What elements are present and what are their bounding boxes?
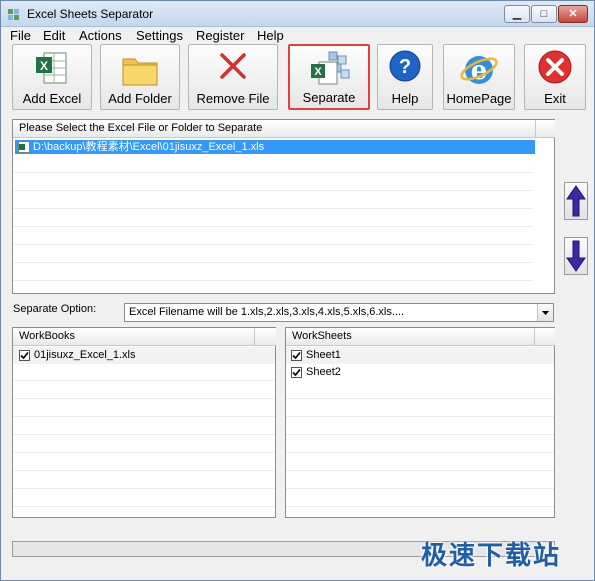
remove-x-icon <box>220 53 246 79</box>
worksheets-header: WorkSheets <box>286 328 534 346</box>
menu-edit[interactable]: Edit <box>43 28 65 43</box>
help-button[interactable]: ? Help <box>377 44 433 110</box>
separate-icon: X <box>311 51 350 85</box>
worksheets-header-end <box>534 328 555 346</box>
row-divider <box>286 470 554 471</box>
add-folder-label: Add Folder <box>108 91 172 106</box>
row-divider <box>13 380 275 381</box>
row-divider <box>13 190 533 191</box>
row-divider <box>13 280 533 281</box>
menu-register[interactable]: Register <box>196 28 244 43</box>
homepage-label: HomePage <box>446 91 512 106</box>
separate-option-label: Separate Option: <box>13 303 97 315</box>
separate-option-select[interactable]: Excel Filename will be 1.xls,2.xls,3.xls… <box>124 303 554 322</box>
help-label: Help <box>391 91 419 106</box>
close-icon: ✕ <box>568 8 578 20</box>
check-icon <box>292 351 301 360</box>
arrow-up-icon <box>566 185 586 217</box>
watermark-text: 极速下载站 <box>421 540 562 570</box>
svg-text:X: X <box>314 66 322 78</box>
separate-label: Separate <box>302 90 356 105</box>
svg-text:X: X <box>40 59 48 73</box>
file-list-item[interactable]: D:\backup\教程素材\Excel\01jisuxz_Excel_1.xl… <box>15 140 535 154</box>
row-divider <box>13 416 275 417</box>
list-item[interactable]: 01jisuxz_Excel_1.xls <box>13 347 275 364</box>
workbooks-header: WorkBooks <box>13 328 254 346</box>
app-icon <box>8 9 19 20</box>
maximize-icon: □ <box>540 8 548 20</box>
homepage-button[interactable]: e HomePage <box>443 44 515 110</box>
workbooks-header-end <box>254 328 276 346</box>
close-button[interactable]: ✕ <box>558 5 588 23</box>
worksheet-checkbox[interactable] <box>291 350 302 361</box>
exit-icon <box>538 50 572 84</box>
remove-file-button[interactable]: Remove File <box>188 44 278 110</box>
move-up-button[interactable] <box>564 182 588 220</box>
folder-icon <box>122 58 158 86</box>
menu-settings[interactable]: Settings <box>136 28 183 43</box>
row-divider <box>286 416 554 417</box>
remove-file-label: Remove File <box>196 91 270 106</box>
arrow-down-icon <box>566 240 586 272</box>
workbook-name: 01jisuxz_Excel_1.xls <box>34 349 136 361</box>
svg-text:?: ? <box>399 56 411 78</box>
minimize-button[interactable]: ▁ <box>504 5 530 23</box>
file-list-header: Please Select the Excel File or Folder t… <box>13 120 535 138</box>
row-divider <box>13 452 275 453</box>
row-divider <box>13 244 533 245</box>
help-icon: ? <box>389 50 421 82</box>
row-divider <box>13 398 275 399</box>
worksheet-name: Sheet1 <box>306 349 341 361</box>
workbook-checkbox[interactable] <box>19 350 30 361</box>
exit-button[interactable]: Exit <box>524 44 586 110</box>
add-folder-button[interactable]: Add Folder <box>100 44 180 110</box>
worksheet-name: Sheet2 <box>306 366 341 378</box>
check-icon <box>20 351 29 360</box>
file-list-panel[interactable]: Please Select the Excel File or Folder t… <box>12 119 555 294</box>
menu-help[interactable]: Help <box>257 28 284 43</box>
separate-button[interactable]: X Separate <box>288 44 370 110</box>
workbooks-panel[interactable]: WorkBooks 01jisuxz_Excel_1.xls <box>12 327 276 518</box>
chevron-down-icon <box>542 311 549 315</box>
row-divider <box>286 506 554 507</box>
row-divider <box>13 226 533 227</box>
menu-file[interactable]: File <box>10 28 31 43</box>
minimize-icon: ▁ <box>512 8 522 20</box>
maximize-button[interactable]: □ <box>531 5 557 23</box>
row-divider <box>286 398 554 399</box>
title-bar[interactable]: Excel Sheets Separator ▁ □ ✕ <box>1 1 594 27</box>
add-excel-button[interactable]: X Add Excel <box>12 44 92 110</box>
menu-bar: File Edit Actions Settings Register Help <box>1 27 594 45</box>
worksheet-checkbox[interactable] <box>291 367 302 378</box>
row-divider <box>13 488 275 489</box>
menu-actions[interactable]: Actions <box>79 28 122 43</box>
row-divider <box>13 470 275 471</box>
window-title: Excel Sheets Separator <box>27 7 154 21</box>
row-divider <box>13 434 275 435</box>
dropdown-button[interactable] <box>537 304 553 321</box>
excel-file-icon <box>18 141 30 153</box>
list-item[interactable]: Sheet2 <box>286 364 554 381</box>
check-icon <box>292 368 301 377</box>
file-path-text: D:\backup\教程素材\Excel\01jisuxz_Excel_1.xl… <box>33 141 265 153</box>
row-divider <box>13 262 533 263</box>
row-divider <box>286 452 554 453</box>
worksheets-panel[interactable]: WorkSheets Sheet1 Sheet2 <box>285 327 555 518</box>
list-item[interactable]: Sheet1 <box>286 347 554 364</box>
app-window: Excel Sheets Separator ▁ □ ✕ File Edit A… <box>0 0 595 581</box>
row-divider <box>13 506 275 507</box>
row-divider <box>13 172 533 173</box>
row-divider <box>286 434 554 435</box>
row-divider <box>286 488 554 489</box>
separate-option-value: Excel Filename will be 1.xls,2.xls,3.xls… <box>129 306 405 318</box>
file-list-header-end <box>535 120 555 138</box>
add-excel-label: Add Excel <box>22 91 82 106</box>
row-divider <box>13 208 533 209</box>
browser-icon: e <box>460 56 498 86</box>
excel-add-icon: X <box>36 52 67 84</box>
exit-label: Exit <box>544 91 566 106</box>
move-down-button[interactable] <box>564 237 588 275</box>
